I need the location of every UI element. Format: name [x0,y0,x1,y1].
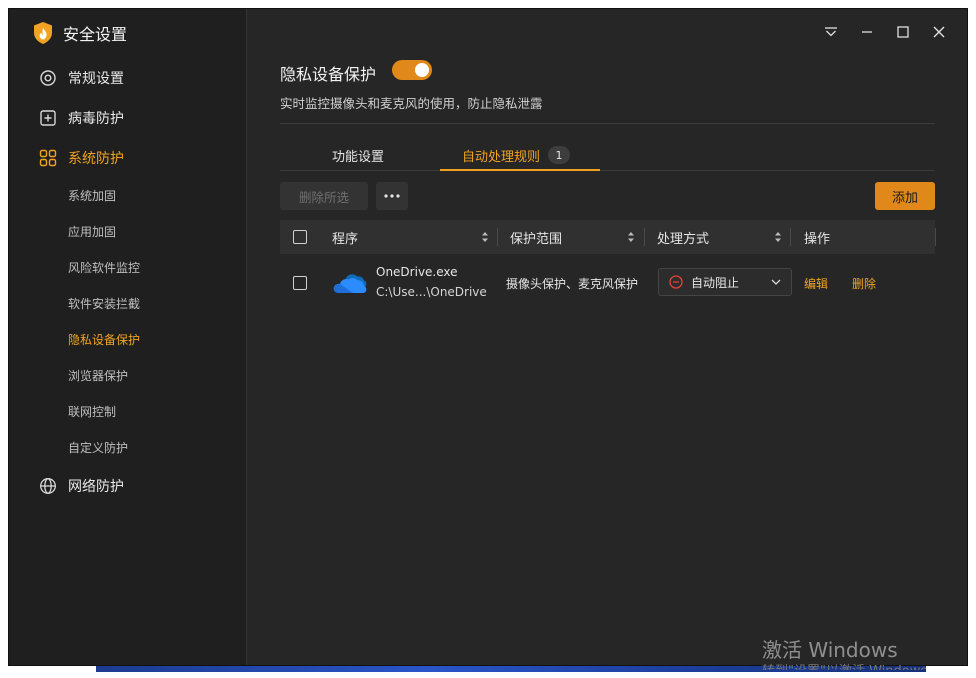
column-separator [790,228,791,246]
sidebar-item-label: 病毒防护 [68,111,124,127]
column-separator [497,228,498,246]
tab-bar: 功能设置 自动处理规则 1 [280,139,935,171]
sidebar-item-label: 常规设置 [68,71,124,87]
block-icon [669,275,683,289]
sidebar-subitem-risk-software-monitor[interactable]: 风险软件监控 [68,249,140,285]
column-separator [935,228,936,246]
sidebar-subitem-app-hardening[interactable]: 应用加固 [68,213,116,249]
action-mode-value: 自动阻止 [691,275,740,290]
more-options-button[interactable] [376,182,408,210]
sort-icon[interactable] [774,231,782,243]
column-header-action-mode: 处理方式 [657,231,710,247]
app-title: 安全设置 [63,25,128,44]
column-separator [644,228,645,246]
sidebar-subitem-privacy-device[interactable]: 隐私设备保护 [68,321,140,357]
onedrive-icon [333,274,367,293]
delete-selected-button[interactable]: 删除所选 [280,182,368,210]
sidebar-subitem-custom-protection[interactable]: 自定义防护 [68,429,128,465]
sidebar: 安全设置 常规设置 病毒防护 系统防护 系统加固 应用加固 风险软件监控 软件安… [9,9,247,665]
sidebar-subitem-browser-protection[interactable]: 浏览器保护 [68,357,128,393]
tab-label: 功能设置 [332,149,385,165]
active-tab-indicator [440,169,600,171]
globe-icon [39,477,57,495]
table-row: OneDrive.exe C:\Use...\OneDrive 摄像头保护、麦克… [280,254,935,312]
settings-icon [39,69,57,87]
sort-icon[interactable] [627,231,635,243]
app-name: OneDrive.exe [376,265,458,279]
plus-square-icon [39,109,57,127]
sidebar-item-general-settings[interactable]: 常规设置 [9,58,247,98]
app-path: C:\Use...\OneDrive [376,285,487,299]
feature-description: 实时监控摄像头和麦克风的使用，防止隐私泄露 [280,96,543,111]
sidebar-item-system-protection[interactable]: 系统防护 [9,138,247,178]
column-header-scope: 保护范围 [510,231,563,247]
count-badge: 1 [548,146,571,164]
tab-label: 自动处理规则 [462,149,541,165]
tab-function-settings[interactable]: 功能设置 [332,139,384,171]
column-header-program: 程序 [332,231,359,247]
sidebar-subitem-install-block[interactable]: 软件安装拦截 [68,285,140,321]
protection-scope: 摄像头保护、麦克风保护 [506,277,639,291]
edit-link[interactable]: 编辑 [804,275,828,292]
select-all-checkbox[interactable] [293,230,307,244]
activation-watermark-subtitle: 转到"设置"以激活 Windows。 [762,660,940,670]
delete-link[interactable]: 删除 [852,275,876,292]
main-panel: 隐私设备保护 实时监控摄像头和麦克风的使用，防止隐私泄露 功能设置 自动处理规则… [248,9,967,665]
app-brand: 安全设置 [33,21,127,45]
divider [280,123,935,124]
grid-icon [39,149,57,167]
sidebar-item-label: 网络防护 [68,479,124,495]
sidebar-subitem-network-control[interactable]: 联网控制 [68,393,116,429]
table-header: 程序 保护范围 处理方式 操作 [280,220,936,254]
more-dots-icon [384,194,400,198]
sidebar-item-network-protection[interactable]: 网络防护 [9,466,247,506]
action-mode-select[interactable]: 自动阻止 [658,268,792,296]
app-window: 安全设置 常规设置 病毒防护 系统防护 系统加固 应用加固 风险软件监控 软件安… [8,8,968,666]
sidebar-item-virus-protection[interactable]: 病毒防护 [9,98,247,138]
shield-flame-logo-icon [34,22,52,44]
privacy-protection-toggle[interactable] [392,60,432,80]
chevron-down-icon [771,279,781,285]
rules-table: 程序 保护范围 处理方式 操作 OneDrive.exe C:\Use...\O… [280,220,936,312]
column-header-operations: 操作 [804,231,831,247]
tab-auto-rules[interactable]: 自动处理规则 1 [462,139,571,171]
sidebar-item-label: 系统防护 [68,151,124,167]
activation-watermark-title: 激活 Windows [762,638,898,662]
add-button[interactable]: 添加 [875,182,935,210]
feature-title: 隐私设备保护 [280,65,377,84]
row-checkbox[interactable] [293,276,307,290]
sort-icon[interactable] [481,231,489,243]
sidebar-subitem-system-hardening[interactable]: 系统加固 [68,177,116,213]
toggle-knob [415,63,429,77]
